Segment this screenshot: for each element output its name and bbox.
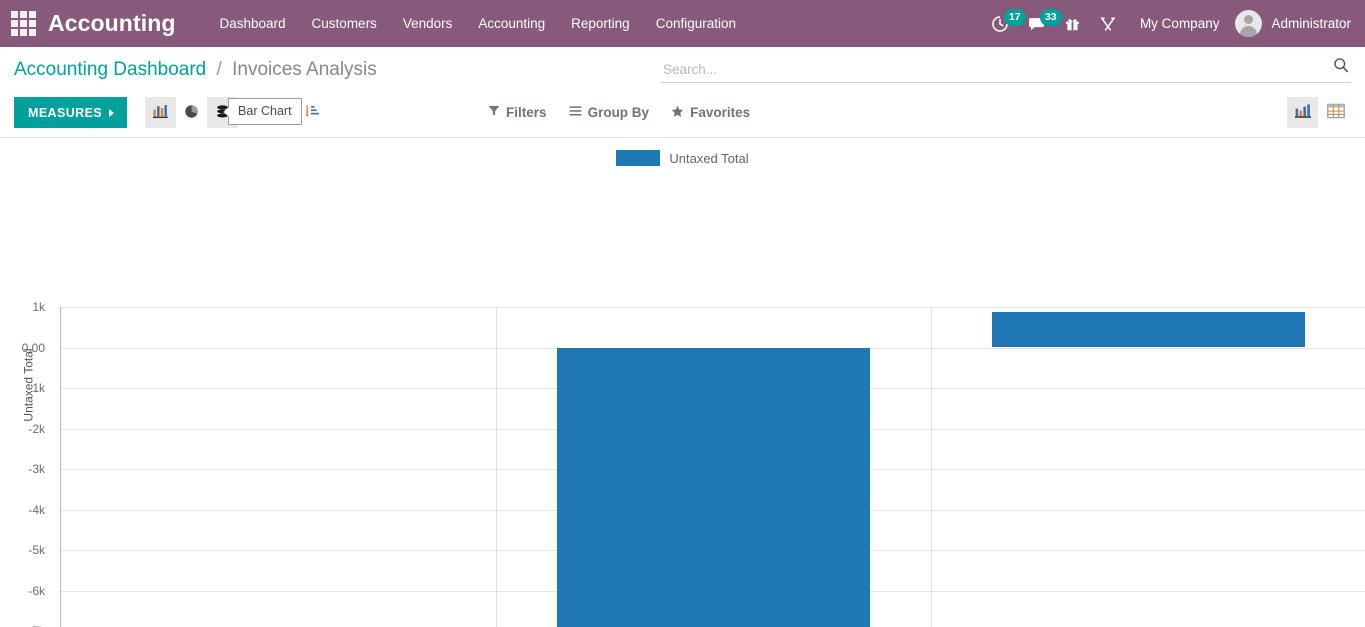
user-name-label: Administrator [1271, 16, 1351, 31]
graph-view-button[interactable] [1287, 97, 1318, 128]
breadcrumb-current: Invoices Analysis [232, 59, 377, 80]
y-axis-tick-label: -1k [0, 381, 52, 395]
app-brand-title[interactable]: Accounting [48, 10, 176, 37]
main-menu: Dashboard Customers Vendors Accounting R… [220, 16, 737, 31]
menu-item-configuration[interactable]: Configuration [656, 16, 736, 31]
funnel-icon [488, 105, 500, 120]
apps-grid-icon[interactable] [8, 9, 38, 39]
breadcrumb: Accounting Dashboard / Invoices Analysis [14, 60, 377, 79]
measures-button[interactable]: MEASURES [14, 97, 127, 128]
chart-legend: Untaxed Total [0, 150, 1365, 166]
y-axis-tick-label: -4k [0, 503, 52, 517]
menu-item-vendors[interactable]: Vendors [403, 16, 453, 31]
menu-item-dashboard[interactable]: Dashboard [220, 16, 286, 31]
star-icon [671, 105, 684, 121]
caret-right-icon [109, 109, 114, 117]
y-axis-tick-label: -5k [0, 543, 52, 557]
list-lines-icon [569, 105, 582, 120]
gridline [61, 307, 1365, 308]
search-input[interactable] [661, 62, 1351, 77]
sort-ascending-icon [304, 103, 321, 123]
bar-chart-button[interactable] [145, 97, 176, 128]
favorites-dropdown[interactable]: Favorites [671, 105, 750, 121]
menu-item-customers[interactable]: Customers [312, 16, 377, 31]
menu-item-accounting[interactable]: Accounting [478, 16, 545, 31]
company-switcher[interactable]: My Company [1126, 16, 1232, 31]
search-icon[interactable] [1333, 57, 1349, 78]
legend-label-untaxed-total: Untaxed Total [669, 151, 748, 166]
chart-type-button-group: Bar Chart [145, 97, 328, 128]
messages-menu-button[interactable]: 33 [1018, 0, 1055, 47]
y-axis-tick-label: 0.00 [0, 341, 52, 355]
chart-plot-area: 1k0.00-1k-2k-3k-4k-5k-6k-7k-8k-9k Septem… [60, 307, 1365, 627]
view-switcher [1287, 97, 1351, 128]
search-options: Filters Group By Favor [488, 105, 750, 121]
filters-dropdown[interactable]: Filters [488, 105, 547, 120]
legend-swatch-untaxed-total [616, 150, 660, 166]
graph-view-icon [1294, 102, 1312, 123]
group-by-label: Group By [588, 105, 650, 120]
control-panel-top-row: Accounting Dashboard / Invoices Analysis [0, 47, 1365, 89]
chart-bar[interactable] [557, 348, 870, 627]
bar-chart-icon [152, 103, 169, 123]
chart-bar[interactable] [992, 312, 1305, 347]
control-panel: Accounting Dashboard / Invoices Analysis… [0, 47, 1365, 138]
y-axis-tick-label: -3k [0, 462, 52, 476]
pivot-view-button[interactable] [1320, 97, 1351, 128]
pie-chart-button[interactable]: Bar Chart [176, 97, 207, 128]
pivot-table-view-icon [1327, 103, 1345, 122]
measures-label: MEASURES [28, 106, 102, 120]
y-axis-tick-label: 1k [0, 300, 52, 314]
top-navbar: Accounting Dashboard Customers Vendors A… [0, 0, 1365, 47]
activity-menu-button[interactable]: 17 [982, 0, 1018, 47]
breadcrumb-root-link[interactable]: Accounting Dashboard [14, 59, 206, 80]
search-bar [661, 62, 1351, 83]
pie-chart-icon [183, 103, 200, 123]
y-axis-tick-label: -2k [0, 422, 52, 436]
breadcrumb-separator: / [217, 59, 222, 80]
navbar-right-cluster: 17 33 My Company Administra [982, 0, 1351, 47]
category-divider [496, 307, 497, 627]
control-panel-bottom-row: MEASURES [0, 89, 1365, 137]
user-menu[interactable]: Administrator [1231, 10, 1351, 37]
tools-menu-button[interactable] [1090, 0, 1126, 47]
avatar [1235, 10, 1262, 37]
favorites-label: Favorites [690, 105, 750, 120]
menu-item-reporting[interactable]: Reporting [571, 16, 630, 31]
filters-label: Filters [506, 105, 547, 120]
graph-view: Untaxed Total Untaxed Total 1k0.00-1k-2k… [0, 138, 1365, 627]
group-by-dropdown[interactable]: Group By [569, 105, 650, 120]
bar-chart-tooltip: Bar Chart [228, 98, 302, 125]
category-divider [931, 307, 932, 627]
y-axis-tick-label: -6k [0, 584, 52, 598]
gift-menu-button[interactable] [1055, 0, 1090, 47]
sort-ascending-button[interactable] [297, 97, 328, 128]
